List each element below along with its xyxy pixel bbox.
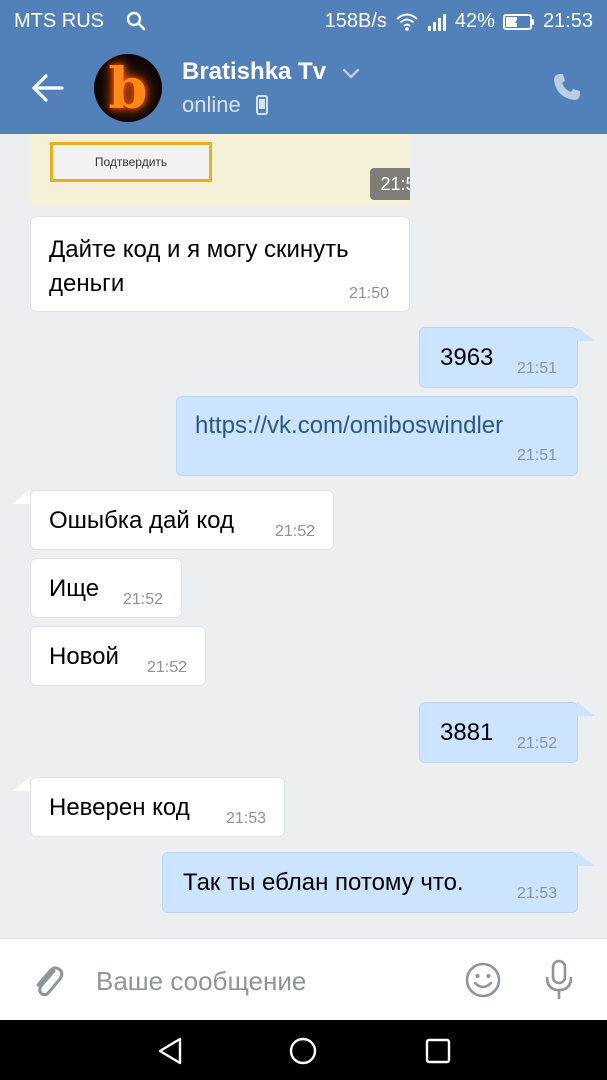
- battery-percent: 42%: [454, 10, 495, 32]
- nav-home-icon[interactable]: [288, 1036, 318, 1066]
- microphone-icon[interactable]: [542, 959, 576, 1001]
- wifi-icon: [396, 13, 418, 31]
- status-bar: MTS RUS 158B/s 42% 21:53: [0, 0, 607, 42]
- paperclip-icon[interactable]: [30, 961, 66, 1001]
- chevron-down-icon[interactable]: [342, 68, 360, 80]
- signal-icon: [427, 13, 446, 31]
- bubble-tail: [12, 490, 30, 504]
- message-text: 3963: [440, 344, 494, 371]
- nav-recent-apps-icon[interactable]: [424, 1037, 452, 1065]
- phone-call-icon[interactable]: [552, 72, 582, 102]
- message-list[interactable]: Подтвердить 21:50 Дайте код и я могу ски…: [0, 134, 607, 938]
- online-status: online: [182, 92, 241, 117]
- message-text: 3881: [440, 719, 494, 746]
- incoming-message[interactable]: Новой 21:52: [30, 626, 206, 686]
- outgoing-message[interactable]: Так ты еблан потому что. 21:53: [162, 852, 578, 913]
- chat-header: b Bratishka Tv online: [0, 42, 607, 134]
- confirm-button-screenshot: Подтвердить: [50, 142, 212, 182]
- bubble-tail: [577, 852, 595, 866]
- outgoing-message[interactable]: https://vk.com/omiboswindler 21:51: [176, 396, 578, 476]
- message-time: 21:51: [516, 360, 557, 377]
- message-time: 21:50: [370, 168, 410, 200]
- contact-name[interactable]: Bratishka Tv: [182, 58, 326, 86]
- message-text: Так ты еблан потому что.: [183, 869, 464, 896]
- message-time: 21:52: [146, 659, 187, 676]
- message-time: 21:53: [516, 885, 557, 902]
- message-text: Дайте код и я могу скинуть деньги: [49, 236, 349, 297]
- message-link[interactable]: https://vk.com/omiboswindler: [195, 412, 503, 440]
- system-nav-bar: [0, 1020, 607, 1080]
- incoming-message[interactable]: Неверен код 21:53: [30, 777, 285, 837]
- clock: 21:53: [542, 10, 593, 32]
- message-time: 21:52: [516, 735, 557, 752]
- message-text: Ище: [49, 575, 100, 602]
- message-text: Неверен код: [49, 794, 190, 821]
- message-time: 21:53: [225, 810, 266, 827]
- avatar-letter: b: [108, 56, 148, 122]
- message-time: 21:50: [348, 285, 389, 302]
- search-icon: [126, 11, 146, 31]
- bubble-tail: [12, 777, 30, 791]
- smiley-icon[interactable]: [464, 961, 502, 999]
- mobile-device-icon: [256, 95, 268, 115]
- composer-bar: [0, 938, 607, 1020]
- status-indicators: 158B/s 42% 21:53: [325, 10, 593, 33]
- avatar[interactable]: b: [94, 54, 162, 122]
- outgoing-message[interactable]: 3881 21:52: [419, 702, 578, 763]
- nav-back-icon[interactable]: [156, 1036, 184, 1066]
- back-arrow-icon[interactable]: [28, 68, 68, 108]
- bubble-tail: [577, 327, 595, 341]
- carrier-name: MTS RUS: [14, 10, 104, 32]
- message-time: 21:52: [122, 591, 163, 608]
- message-time: 21:52: [274, 523, 315, 540]
- message-text: Новой: [49, 643, 119, 670]
- incoming-message[interactable]: Ище 21:52: [30, 558, 182, 618]
- outgoing-message[interactable]: 3963 21:51: [419, 327, 578, 388]
- image-attachment[interactable]: Подтвердить 21:50: [30, 134, 410, 206]
- message-input[interactable]: [96, 961, 436, 1001]
- message-time: 21:51: [516, 447, 557, 464]
- net-speed: 158B/s: [324, 10, 387, 32]
- incoming-message[interactable]: Дайте код и я могу скинуть деньги 21:50: [30, 216, 410, 312]
- battery-charging-icon: [502, 13, 534, 30]
- message-text: Ошыбка дай код: [49, 507, 234, 534]
- incoming-message[interactable]: Ошыбка дай код 21:52: [30, 490, 334, 550]
- bubble-tail: [577, 702, 595, 716]
